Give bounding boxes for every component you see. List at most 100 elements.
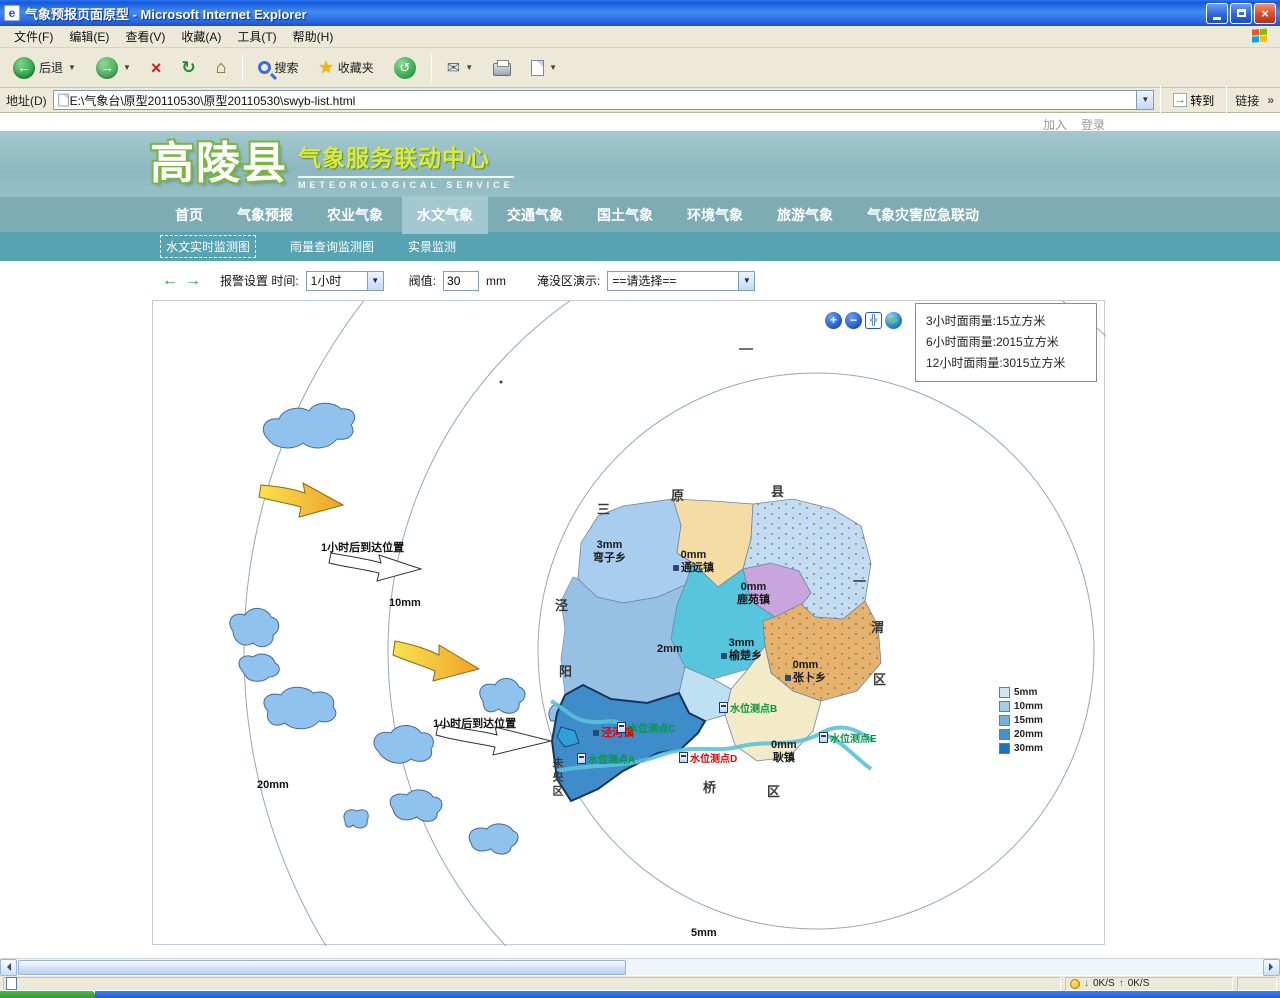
district-label-zhangbuxiang[interactable]: 0mm张卜乡 [785, 659, 826, 685]
addressbar-separator [1226, 86, 1227, 114]
print-icon [493, 63, 511, 76]
nav-land[interactable]: 国土气象 [582, 196, 668, 234]
start-button[interactable] [0, 991, 95, 998]
district-label-luyuanzhen[interactable]: 0mm鹿苑镇 [737, 581, 770, 607]
region-label: 区 [873, 669, 886, 688]
time-select-arrow-icon[interactable]: ▼ [367, 272, 383, 290]
address-input[interactable] [70, 93, 1137, 107]
town-marker-icon [673, 565, 679, 571]
address-box: ▼ [53, 90, 1155, 110]
ring-label-20mm: 20mm [257, 779, 289, 791]
time-select[interactable]: 1小时 ▼ [306, 271, 384, 291]
district-label-wanzixiang[interactable]: 3mm弯子乡 [593, 539, 626, 565]
home-button[interactable]: ⌂ [211, 54, 232, 81]
station-A[interactable]: 水位测点A [577, 751, 635, 766]
network-speed-panel: ↓ 0K/S ↑ 0K/S [1065, 977, 1233, 991]
favorites-button[interactable]: ★ 收藏夹 [314, 55, 379, 81]
status-message-area [3, 977, 1061, 991]
nav-traffic[interactable]: 交通气象 [492, 196, 578, 234]
district-rain-2mm: 2mm [657, 643, 683, 656]
gauge-icon [617, 722, 626, 733]
restore-button[interactable] [1230, 3, 1252, 24]
menu-tools[interactable]: 工具(T) [229, 26, 284, 47]
edit-button[interactable]: ▼ [526, 57, 562, 79]
flood-select-arrow-icon[interactable]: ▼ [738, 272, 754, 290]
zoom-in-icon[interactable]: + [825, 312, 842, 329]
nav-home[interactable]: 首页 [160, 196, 218, 234]
site-logo-county: 高陵县 [150, 142, 288, 186]
windows-logo-icon [1252, 28, 1270, 45]
prev-arrow-icon[interactable]: ← [162, 272, 178, 290]
station-C[interactable]: 水位测点C [617, 720, 675, 735]
mail-dropdown-icon[interactable]: ▼ [465, 63, 473, 72]
back-dropdown-icon[interactable]: ▼ [68, 63, 76, 72]
nav-hydrology[interactable]: 水文气象 [402, 196, 488, 234]
station-D[interactable]: 水位测点D [679, 750, 737, 765]
station-B[interactable]: 水位测点B [719, 700, 777, 715]
legend-swatch [999, 715, 1010, 726]
subnav-rain-query[interactable]: 雨量查询监测图 [290, 238, 374, 255]
close-button[interactable]: × [1254, 3, 1276, 24]
minimize-button[interactable] [1206, 3, 1228, 24]
threshold-input[interactable] [443, 271, 479, 291]
site-logo-subtitle: METEOROLOGICAL SERVICE [298, 176, 514, 190]
nav-environment[interactable]: 环境气象 [672, 196, 758, 234]
address-dropdown-icon[interactable]: ▼ [1136, 91, 1153, 109]
login-link[interactable]: 登录 [1081, 116, 1105, 131]
menu-view[interactable]: 查看(V) [117, 26, 173, 47]
nav-agriculture[interactable]: 农业气象 [312, 196, 398, 234]
district-label-yuchuxiang[interactable]: 3mm榆楚乡 [721, 637, 762, 663]
links-label[interactable]: 链接 [1233, 92, 1261, 109]
zoom-out-icon[interactable]: − [845, 312, 862, 329]
menu-edit[interactable]: 编辑(E) [61, 26, 117, 47]
town-marker-icon [785, 675, 791, 681]
forward-button[interactable]: → ▼ [91, 54, 136, 82]
history-button[interactable]: ↺ [389, 54, 421, 82]
gauge-icon [719, 702, 728, 713]
region-label: 县 [771, 481, 784, 500]
menu-help[interactable]: 帮助(H) [285, 26, 342, 47]
hydrology-map[interactable]: + − ╬ 3小时面雨量:15立方米 6小时面雨量:2015立方米 12小时面雨… [152, 300, 1105, 945]
stop-button[interactable]: × [146, 56, 167, 80]
join-link[interactable]: 加入 [1043, 116, 1067, 131]
region-label: 未央区 [549, 757, 565, 799]
nav-disaster-emergency[interactable]: 气象灾害应急联动 [852, 196, 994, 234]
scroll-left-icon[interactable] [0, 959, 17, 976]
search-button[interactable]: 搜索 [253, 56, 304, 79]
pan-hand-icon[interactable]: ╬ [865, 312, 882, 329]
station-E[interactable]: 水位测点E [819, 730, 877, 745]
address-page-icon [58, 94, 68, 107]
nav-tourism[interactable]: 旅游气象 [762, 196, 848, 234]
print-button[interactable] [488, 56, 516, 79]
legend-item: 10mm [999, 701, 1043, 712]
go-button[interactable]: → 转到 [1167, 91, 1220, 110]
district-label-gengzhen[interactable]: 0mm耿镇 [771, 739, 797, 765]
flood-select[interactable]: ==请选择== ▼ [607, 271, 755, 291]
nav-weather-forecast[interactable]: 气象预报 [222, 196, 308, 234]
menu-favorites[interactable]: 收藏(A) [173, 26, 229, 47]
back-label: 后退 [39, 59, 63, 76]
user-links-bar: 加入 登录 [0, 113, 1280, 131]
scroll-right-icon[interactable] [1263, 959, 1280, 976]
links-chevron-icon[interactable]: » [1267, 93, 1274, 107]
rainfall-6h: 6小时面雨量:2015立方米 [926, 332, 1086, 353]
full-extent-globe-icon[interactable] [885, 312, 902, 329]
next-arrow-icon[interactable]: → [185, 272, 201, 290]
forward-dropdown-icon[interactable]: ▼ [123, 63, 131, 72]
refresh-icon: ↻ [181, 58, 195, 78]
horizontal-scrollbar[interactable] [0, 958, 1280, 975]
title-bar: e 气象预报页面原型 - Microsoft Internet Explorer… [0, 0, 1280, 26]
site-banner: 高陵县 气象服务联动中心 METEOROLOGICAL SERVICE [0, 131, 1280, 197]
back-button[interactable]: ← 后退 ▼ [8, 54, 81, 82]
main-nav: 首页 气象预报 农业气象 水文气象 交通气象 国土气象 环境气象 旅游气象 气象… [0, 197, 1280, 232]
search-icon [258, 61, 271, 74]
subnav-realtime-monitor[interactable]: 水文实时监测图 [160, 235, 256, 258]
subnav-live-view[interactable]: 实景监测 [408, 238, 456, 255]
scrollbar-thumb[interactable] [18, 960, 626, 975]
refresh-button[interactable]: ↻ [176, 55, 200, 81]
edit-dropdown-icon[interactable]: ▼ [549, 63, 557, 72]
mail-button[interactable]: ✉ ▼ [442, 55, 478, 81]
district-label-tongyuanzhen[interactable]: 0mm通远镇 [673, 549, 714, 575]
rainfall-3h: 3小时面雨量:15立方米 [926, 311, 1086, 332]
menu-file[interactable]: 文件(F) [6, 26, 61, 47]
